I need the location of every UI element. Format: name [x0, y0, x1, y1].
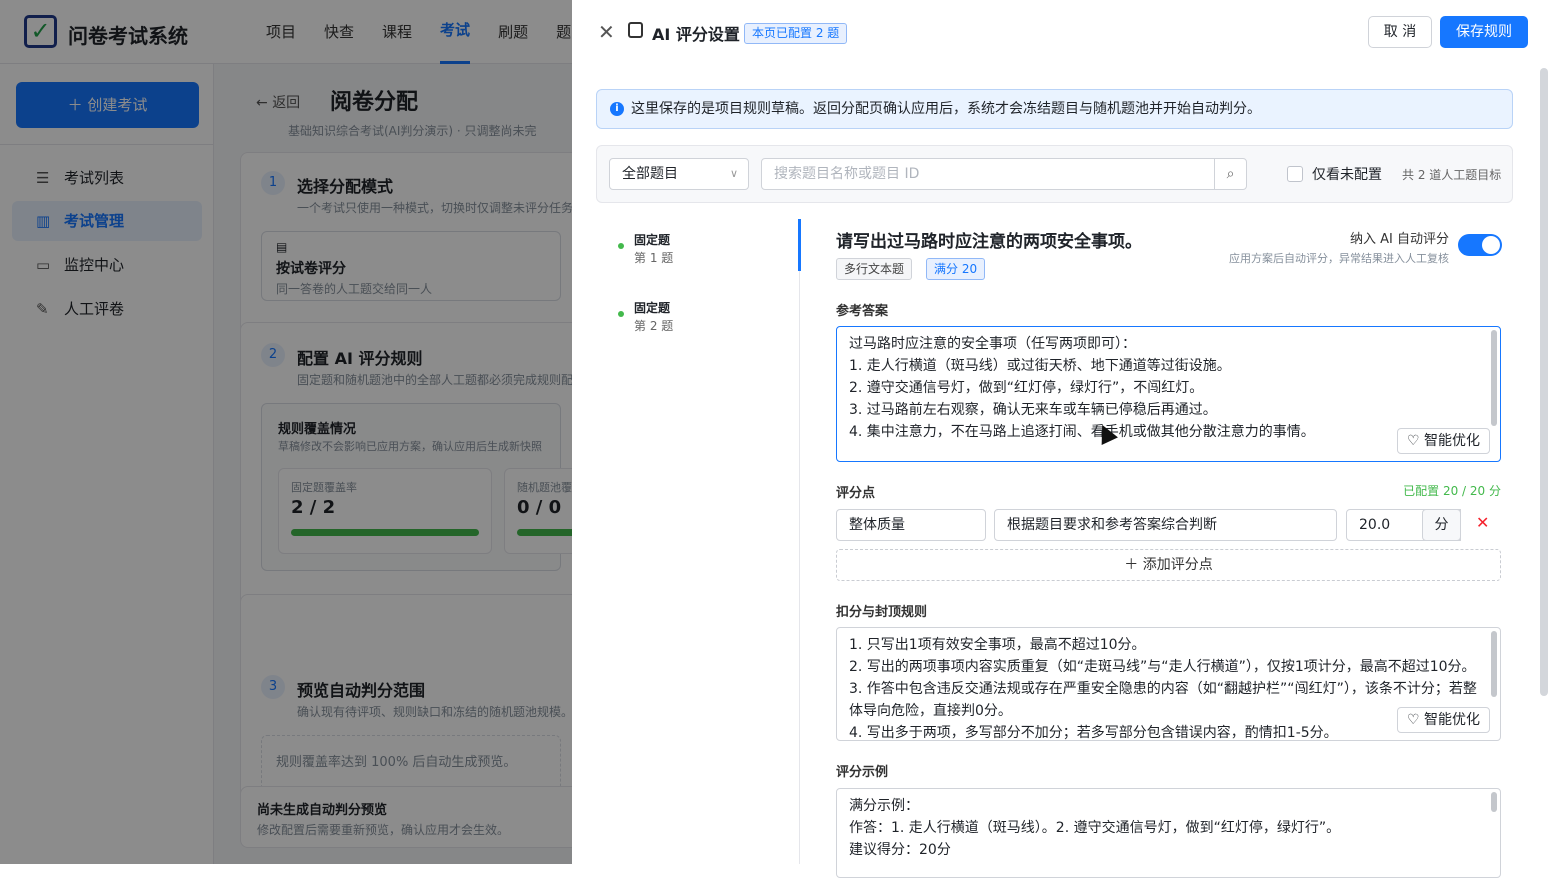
smart-optimize-button[interactable]: ♡ 智能优化 — [1397, 707, 1490, 733]
smart-label: 智能优化 — [1424, 712, 1480, 728]
question-list: 固定题 第 1 题 固定题 第 2 题 — [596, 219, 800, 864]
chevron-down-icon: ∨ — [729, 167, 738, 180]
scoring-points-label: 评分点 — [836, 486, 876, 501]
question-detail: 请写出过马路时应注意的两项安全事项。 多行文本题 满分 20 纳入 AI 自动评… — [836, 219, 1512, 878]
question-index: 第 2 题 — [634, 319, 674, 333]
only-unconfigured-label[interactable]: 仅看未配置 — [1312, 164, 1382, 184]
info-icon: i — [610, 102, 624, 116]
point-criteria-input[interactable]: 根据题目要求和参考答案综合判断 — [994, 509, 1337, 541]
text-line: 2. 遵守交通信号灯，做到“红灯停，绿灯行”，不闯红灯。 — [849, 380, 1204, 396]
text-line: 4. 写出多于两项，多写部分不加分；若多写部分包含错误内容，酌情扣1-5分。 — [849, 725, 1338, 741]
text-line: 1. 只写出1项有效安全事项，最高不超过10分。 — [849, 637, 1146, 653]
text-line: 3. 过马路前左右观察，确认无来车或车辆已停稳后再通过。 — [849, 402, 1217, 418]
delete-point-icon[interactable]: ✕ — [1476, 513, 1489, 532]
text-line: 3. 作答中包含违反交通法规或存在严重安全隐患的内容（如“翻越护栏”“闯红灯”）… — [849, 681, 1477, 697]
select-value: 全部题目 — [622, 166, 678, 182]
scrollbar[interactable] — [1491, 330, 1497, 426]
score-unit: 分 — [1422, 509, 1461, 541]
configured-score: 已配置 20 / 20 分 — [1403, 484, 1501, 498]
total-count: 共 2 道人工题目标 — [1402, 168, 1502, 182]
score-value: 20.0 — [1359, 517, 1391, 533]
configured-badge: 本页已配置 2 题 — [744, 23, 848, 44]
cancel-button[interactable]: 取 消 — [1368, 16, 1432, 48]
bulb-icon: ♡ — [1406, 433, 1424, 449]
ai-include-label: 纳入 AI 自动评分 — [1350, 232, 1449, 247]
scrollbar[interactable] — [1491, 792, 1497, 812]
info-text: 这里保存的是项目规则草稿。返回分配页确认应用后，系统才会冻结题目与随机题池并开始… — [631, 101, 1261, 117]
robot-icon — [628, 22, 643, 38]
text-line: 体导向危险，直接判0分。 — [849, 703, 1012, 719]
text-line: 作答：1. 走人行横道（斑马线）。2. 遵守交通信号灯，做到“红灯停，绿灯行”。 — [849, 820, 1341, 836]
search-placeholder: 搜索题目名称或题目 ID — [774, 166, 920, 182]
question-list-item[interactable]: 固定题 第 2 题 — [618, 291, 788, 343]
bulb-icon: ♡ — [1406, 712, 1424, 728]
list-divider — [799, 219, 800, 864]
filter-bar: 全部题目 ∨ 搜索题目名称或题目 ID ⌕ 仅看未配置 共 2 道人工题目标 — [596, 145, 1513, 203]
scrollbar[interactable] — [1491, 631, 1497, 697]
smart-optimize-button[interactable]: ♡ 智能优化 — [1397, 428, 1490, 454]
scoring-examples-label: 评分示例 — [836, 765, 889, 780]
text-line: 1. 走人行横道（斑马线）或过街天桥、地下通道等过街设施。 — [849, 358, 1231, 374]
modal-overlay[interactable] — [0, 0, 572, 864]
reference-answer-label: 参考答案 — [836, 304, 889, 319]
question-filter-select[interactable]: 全部题目 ∨ — [609, 158, 749, 190]
point-name-input[interactable]: 整体质量 — [836, 509, 986, 541]
only-unconfigured-checkbox[interactable] — [1287, 166, 1303, 182]
text-line: 过马路时应注意的安全事项（任写两项即可）： — [849, 336, 1136, 352]
info-alert: i 这里保存的是项目规则草稿。返回分配页确认应用后，系统才会冻结题目与随机题池并… — [596, 89, 1513, 129]
scoring-examples-textarea[interactable]: 满分示例： 作答：1. 走人行横道（斑马线）。2. 遵守交通信号灯，做到“红灯停… — [836, 788, 1501, 878]
status-dot — [618, 243, 624, 249]
ai-include-desc: 应用方案后自动评分，异常结果进入人工复核 — [1229, 252, 1449, 265]
drawer-scrollbar[interactable] — [1540, 68, 1548, 696]
toggle-knob — [1482, 236, 1500, 254]
text-line: 2. 写出的两项事项内容实质重复（如“走斑马线”与“走人行横道”），仅按1项计分… — [849, 659, 1476, 675]
reference-answer-textarea[interactable]: 过马路时应注意的安全事项（任写两项即可）： 1. 走人行横道（斑马线）或过街天桥… — [836, 326, 1501, 462]
app-background: ✓ 问卷考试系统 项目 快查 课程 考试 刷题 题 ＋ 创建考试 ☰ 考试列表 ▥… — [0, 0, 1552, 878]
search-input[interactable]: 搜索题目名称或题目 ID ⌕ — [761, 158, 1247, 190]
question-title: 请写出过马路时应注意的两项安全事项。 — [836, 232, 1142, 252]
active-indicator — [798, 219, 801, 271]
question-list-item[interactable]: 固定题 第 1 题 — [618, 223, 788, 275]
text-line: 建议得分：20分 — [849, 842, 951, 858]
question-index: 第 1 题 — [634, 251, 674, 265]
ai-include-toggle[interactable] — [1458, 234, 1502, 256]
status-dot — [618, 311, 624, 317]
save-rules-button[interactable]: 保存规则 — [1440, 16, 1528, 48]
search-icon[interactable]: ⌕ — [1214, 159, 1246, 189]
add-scoring-point-button[interactable]: ＋ 添加评分点 — [836, 549, 1501, 581]
close-icon[interactable]: ✕ — [598, 20, 615, 44]
question-type-tag: 多行文本题 — [836, 258, 913, 280]
deduction-rules-textarea[interactable]: 1. 只写出1项有效安全事项，最高不超过10分。 2. 写出的两项事项内容实质重… — [836, 627, 1501, 741]
question-type: 固定题 — [634, 233, 671, 247]
text-line: 4. 集中注意力，不在马路上追逐打闹、看手机或做其他分散注意力的事情。 — [849, 424, 1315, 440]
drawer-header: ✕ AI 评分设置 本页已配置 2 题 取 消 保存规则 — [572, 0, 1552, 64]
deduction-rules-label: 扣分与封顶规则 — [836, 605, 928, 620]
ai-scoring-drawer: ✕ AI 评分设置 本页已配置 2 题 取 消 保存规则 i 这里保存的是项目规… — [572, 0, 1552, 878]
full-score-tag: 满分 20 — [926, 258, 986, 280]
text-line: 满分示例： — [849, 798, 919, 814]
drawer-title: AI 评分设置 — [652, 25, 740, 44]
smart-label: 智能优化 — [1424, 433, 1480, 449]
question-type: 固定题 — [634, 301, 671, 315]
